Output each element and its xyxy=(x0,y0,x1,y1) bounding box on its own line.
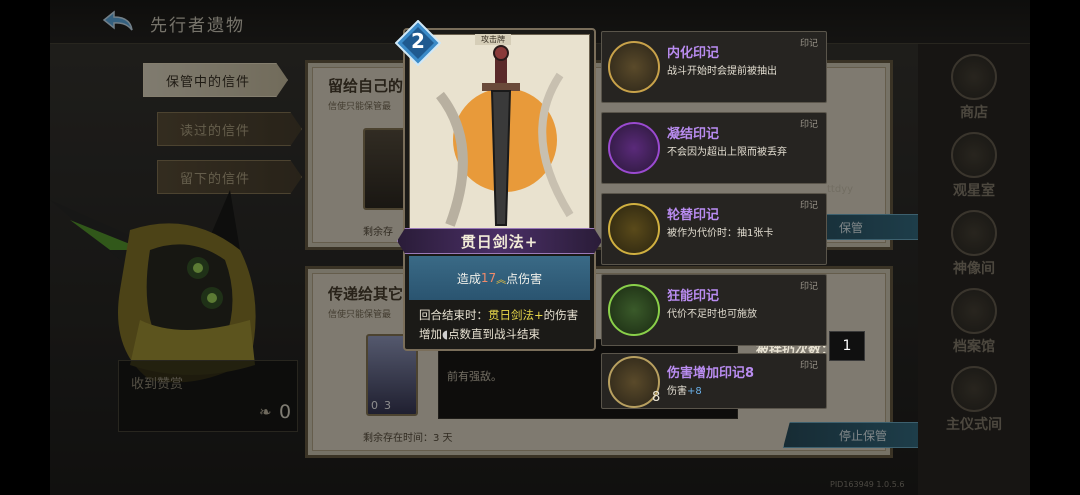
button-label: 停止保管 xyxy=(839,428,888,443)
nav-observatory[interactable]: 观星室 xyxy=(928,132,1020,202)
seal-tag: 印记 xyxy=(799,282,818,292)
statue-icon xyxy=(951,210,997,256)
nav-label: 商店 xyxy=(960,105,988,121)
seal-desc: 战斗开始时会提前被抽出 xyxy=(667,66,777,77)
seal-name: 凝结印记 xyxy=(667,127,720,142)
seal-tooltip-internalize: 印记 内化印记 战斗开始时会提前被抽出 xyxy=(601,31,827,103)
seal-tooltip-frenzy: 印记 狂能印记 代价不足时也可施放 xyxy=(601,274,827,346)
card-count: 3 xyxy=(384,399,391,412)
card-type: 攻击牌 xyxy=(475,34,511,45)
nav-label: 主仪式间 xyxy=(946,417,1002,433)
condense-seal-icon xyxy=(608,122,660,174)
seal-name: 内化印记 xyxy=(667,46,720,61)
nav-shop[interactable]: 商店 xyxy=(928,54,1020,124)
seal-desc: 代价不足时也可施放 xyxy=(667,309,757,320)
seal-name: 伤害增加印记8 xyxy=(667,366,755,381)
reward-value: 0 xyxy=(279,401,292,423)
card-cost: 2 xyxy=(411,29,425,53)
seal-count: 8 xyxy=(652,390,661,405)
seal-name: 狂能印记 xyxy=(667,289,720,304)
right-nav: 商店 观星室 神像间 档案馆 主仪式间 xyxy=(918,44,1030,495)
panel-subtext: 信使只能保管最 xyxy=(328,310,392,320)
panel-heading: 留给自己的 xyxy=(328,77,404,95)
seal-tag: 印记 xyxy=(799,201,818,211)
panel-heading: 传递给其它 xyxy=(328,285,404,303)
throw-count-value: 1 xyxy=(829,331,865,361)
nav-label: 档案馆 xyxy=(953,339,995,355)
seal-tag: 印记 xyxy=(799,39,818,49)
button-label: 保管 xyxy=(839,220,864,235)
nav-label: 神像间 xyxy=(953,261,995,277)
seal-desc: 被作为代价时：抽1张卡 xyxy=(667,228,774,239)
seal-tag: 印记 xyxy=(799,361,818,371)
remaining-time: 剩余存在时间：3 天 xyxy=(363,433,453,444)
seal-tooltip-damage-up: 8 印记 伤害增加印记8 伤害+8 xyxy=(601,353,827,409)
tab-label: 保管中的信件 xyxy=(166,74,251,90)
screen: 先行者遗物 保管中的信件 读过的信件 留下的信件 收到赞赏 ❧ 0 留给自己的 … xyxy=(0,0,1080,495)
seal-desc: 不会因为超出上限而被丢弃 xyxy=(667,147,787,158)
effect-suffix: 点数直到战斗结束 xyxy=(448,327,541,341)
card-description: 造成 17 ︽ 点伤害 xyxy=(409,256,590,300)
damage-value: 17 xyxy=(480,271,497,285)
seal-count: 8 xyxy=(581,167,589,181)
feather-icon: ❧ xyxy=(259,403,272,421)
desc-suffix: 点伤害 xyxy=(506,271,543,286)
observatory-icon xyxy=(951,132,997,178)
effect-prefix: 回合结束时： xyxy=(419,308,488,322)
upgrade-chevron-icon: ︽ xyxy=(496,274,507,286)
seal-desc-value: +8 xyxy=(687,386,702,397)
seal-name: 轮替印记 xyxy=(667,208,720,223)
card-name-bar: 贯日剑法+ xyxy=(397,228,602,254)
desc-prefix: 造成 xyxy=(456,271,481,286)
version-text: PID163949 1.0.5.6 xyxy=(830,480,905,489)
tab-kept-letters[interactable]: 保管中的信件 xyxy=(143,63,288,97)
reward-label: 收到赞赏 xyxy=(131,377,184,392)
seal-desc-prefix: 伤害 xyxy=(667,386,687,397)
nav-archive[interactable]: 档案馆 xyxy=(928,288,1020,358)
seal-tag: 印记 xyxy=(799,120,818,130)
ritual-icon xyxy=(951,366,997,412)
rotation-seal-icon xyxy=(608,203,660,255)
nav-ritual-hall[interactable]: 主仪式间 xyxy=(928,366,1020,436)
archive-icon xyxy=(951,288,997,334)
reward-box: 收到赞赏 ❧ 0 xyxy=(118,360,298,432)
card-cost: 0 xyxy=(371,399,378,412)
seal-tooltip-condense: 印记 凝结印记 不会因为超出上限而被丢弃 xyxy=(601,112,827,184)
tab-label: 读过的信件 xyxy=(180,123,251,139)
card-effect-text: 回合结束时：贯日剑法+的伤害增加◖点数直到战斗结束 xyxy=(409,304,590,348)
effect-card-ref: 贯日剑法+ xyxy=(488,308,544,322)
back-arrow-icon[interactable] xyxy=(100,8,140,36)
internalize-seal-icon xyxy=(608,41,660,93)
tab-left-letters[interactable]: 留下的信件 xyxy=(157,160,302,194)
nav-label: 观星室 xyxy=(953,183,995,199)
page-title: 先行者遗物 xyxy=(150,16,245,36)
shop-icon xyxy=(951,54,997,100)
card-detail: 攻击牌 贯日剑法+ 造成 17 ︽ 点伤害 回合结束时：贯日剑法+的伤害增加◖点… xyxy=(397,28,602,351)
seal-tooltip-rotation: 印记 轮替印记 被作为代价时：抽1张卡 xyxy=(601,193,827,265)
tab-read-letters[interactable]: 读过的信件 xyxy=(157,112,302,146)
frenzy-seal-icon xyxy=(608,284,660,336)
nav-statue-room[interactable]: 神像间 xyxy=(928,210,1020,280)
seal-desc: 伤害+8 xyxy=(667,382,702,397)
remaining-time: 剩余存 xyxy=(363,227,393,238)
tab-label: 留下的信件 xyxy=(180,171,251,187)
panel-subtext: 信使只能保管最 xyxy=(328,102,392,112)
card-name: 贯日剑法+ xyxy=(460,232,539,251)
sender-name: ttdyy xyxy=(827,184,854,195)
